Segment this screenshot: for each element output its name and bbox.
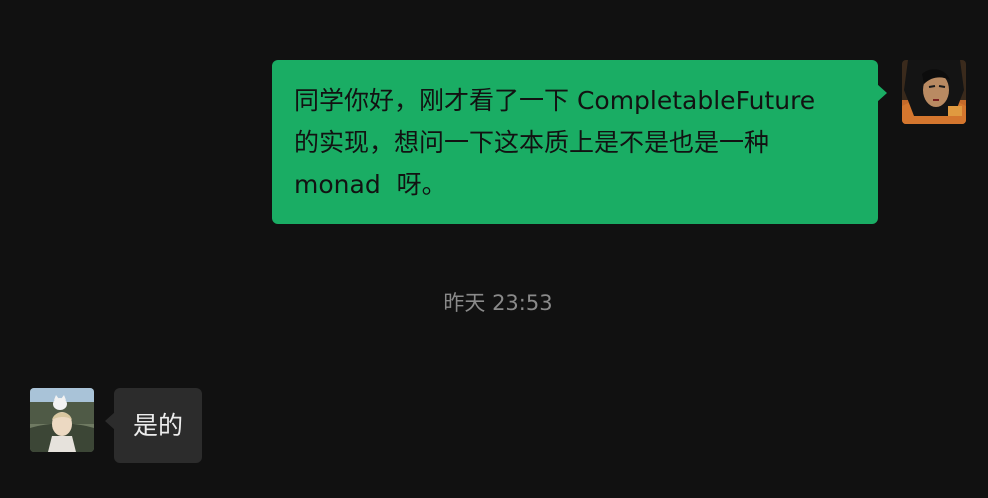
message-outgoing: 同学你好，刚才看了一下 CompletableFuture 的实现，想问一下这本… xyxy=(272,60,966,224)
message-incoming: 是的 xyxy=(30,388,203,463)
message-bubble-incoming[interactable]: 是的 xyxy=(104,388,203,463)
message-timestamp: 昨天 23:53 xyxy=(443,291,553,315)
self-avatar[interactable] xyxy=(902,60,966,124)
message-text-line: 的实现，想问一下这本质上是不是也是一种 xyxy=(294,128,770,157)
anime-woman-avatar-icon xyxy=(902,60,966,124)
message-bubble-outgoing[interactable]: 同学你好，刚才看了一下 CompletableFuture 的实现，想问一下这本… xyxy=(272,60,887,224)
message-text: 是的 xyxy=(133,411,184,440)
anime-boy-with-cat-avatar-icon xyxy=(30,388,94,452)
contact-avatar[interactable] xyxy=(30,388,94,452)
message-text-line: 同学你好，刚才看了一下 CompletableFuture xyxy=(294,86,816,115)
chat-window: 同学你好，刚才看了一下 CompletableFuture 的实现，想问一下这本… xyxy=(0,0,988,498)
message-text-line: monad 呀。 xyxy=(294,170,447,199)
